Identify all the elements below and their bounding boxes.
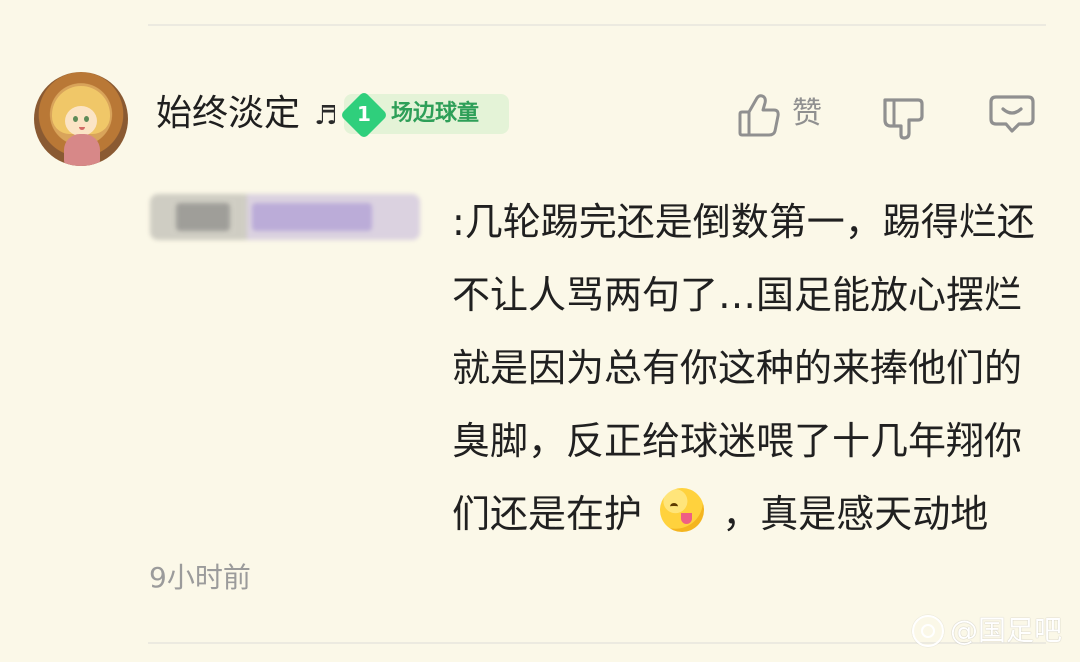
- comment-body: :几轮踢完还是倒数第一，踢得烂还不让人骂两句了…国足能放心摆烂就是因为总有你这种…: [150, 186, 1036, 551]
- comment-text-main: :几轮踢完还是倒数第一，踢得烂还不让人骂两句了…国足能放心摆烂就是因为总有你这种…: [452, 200, 1035, 536]
- comment-timestamp: 9小时前: [149, 561, 251, 594]
- watermark-text: @国足吧: [949, 614, 1062, 647]
- avatar-eye-left: [73, 116, 78, 122]
- yum-face-emoji-icon: [660, 488, 705, 532]
- level-title: 场边球童: [391, 101, 480, 126]
- avatar-face: [65, 106, 97, 136]
- comment-text: :几轮踢完还是倒数第一，踢得烂还不让人骂两句了…国足能放心摆烂就是因为总有你这种…: [150, 186, 1036, 551]
- tieba-logo-icon: [911, 615, 944, 647]
- like-label: 赞: [792, 96, 822, 131]
- comment-text-tail: ，真是感天动地: [722, 492, 989, 536]
- thumbs-up-icon: [738, 94, 780, 137]
- thumbs-down-icon: [883, 98, 924, 140]
- music-note-icon: ♬: [314, 101, 338, 131]
- avatar-body: [64, 134, 100, 166]
- username[interactable]: 始终淡定: [156, 90, 300, 138]
- top-divider: [148, 24, 1046, 26]
- level-number: 1: [357, 102, 371, 126]
- dislike-button[interactable]: [880, 92, 928, 142]
- watermark: @国足吧: [911, 614, 1062, 648]
- like-button[interactable]: 赞: [737, 90, 829, 140]
- avatar-eye-right: [84, 116, 89, 122]
- comment-icon: [989, 95, 1035, 133]
- reply-button[interactable]: [988, 92, 1036, 136]
- avatar[interactable]: [34, 72, 128, 166]
